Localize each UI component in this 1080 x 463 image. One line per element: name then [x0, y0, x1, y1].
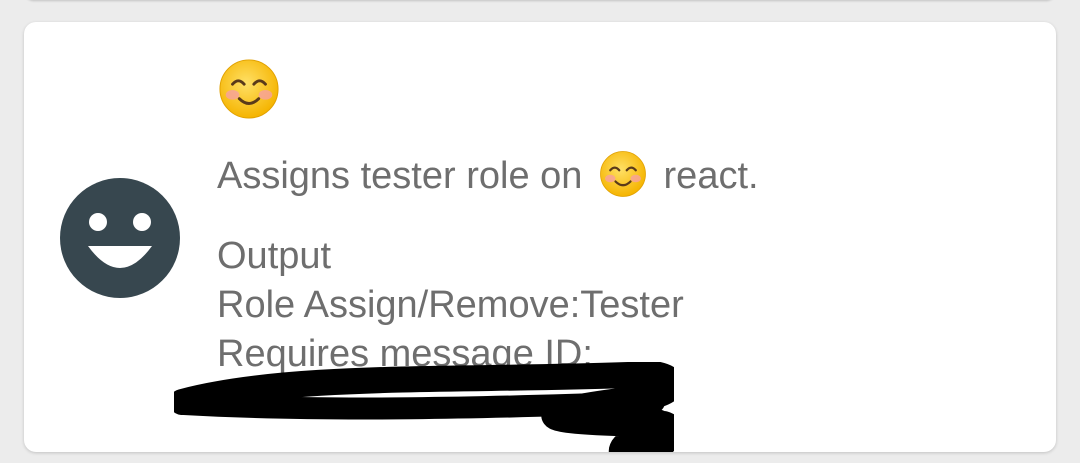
command-description: Assigns tester role on react.: [217, 150, 759, 200]
command-card[interactable]: Assigns tester role on react. Output Rol…: [24, 22, 1056, 452]
redaction-scribble: [174, 362, 674, 452]
output-block: Output Role Assign/Remove:Tester Require…: [217, 232, 684, 379]
description-text-before: Assigns tester role on: [217, 155, 583, 197]
output-label: Output: [217, 235, 332, 277]
smiling-face-emoji-icon: [219, 59, 279, 119]
smiling-face-emoji-icon: [600, 151, 646, 197]
smiley-avatar-icon: [60, 178, 180, 298]
description-text-after: react.: [663, 155, 759, 197]
output-role-line: Role Assign/Remove:Tester: [217, 284, 684, 326]
